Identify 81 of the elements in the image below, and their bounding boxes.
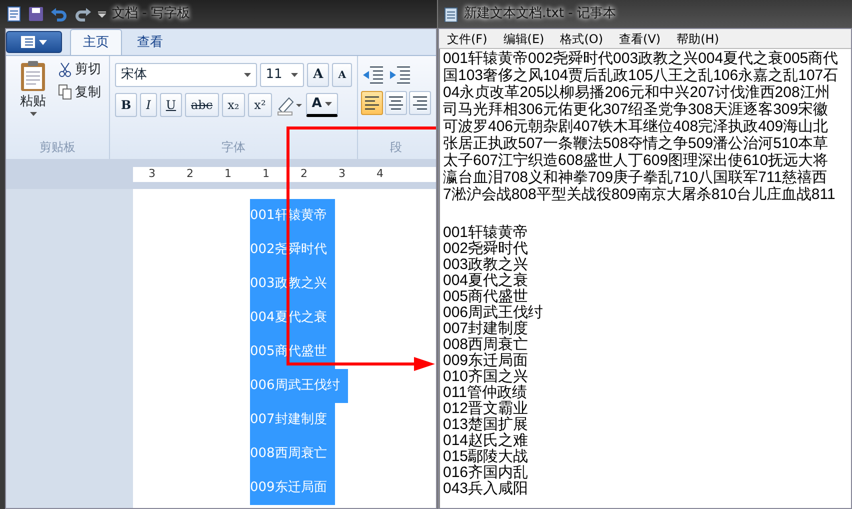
menu-item[interactable]: 文件(F) xyxy=(439,30,496,48)
menu-item[interactable]: 查看(V) xyxy=(611,30,669,48)
ribbon-tab[interactable]: 查看 xyxy=(124,28,176,55)
menu-item[interactable]: 帮助(H) xyxy=(668,30,727,48)
shrink-font-button[interactable]: A xyxy=(332,63,352,87)
caret-icon xyxy=(39,40,47,44)
align-icon xyxy=(387,94,405,112)
undo-icon[interactable] xyxy=(50,6,68,22)
document-icon xyxy=(21,36,35,48)
ribbon-tab[interactable]: 主页 xyxy=(70,28,122,55)
ruler-number: 1 xyxy=(224,166,232,182)
text-line: 043兵入咸阳 xyxy=(443,481,528,497)
text-line: 001轩辕黄帝 xyxy=(443,225,528,241)
text-line: 010齐国之兴 xyxy=(443,369,528,385)
ruler-number: 3 xyxy=(338,166,346,182)
dropdown-icon[interactable] xyxy=(98,10,106,18)
text-line: 009东迁局面 xyxy=(443,353,528,369)
redo-icon[interactable] xyxy=(74,6,92,22)
text-line: 014赵氏之难 xyxy=(443,433,528,449)
caret-icon xyxy=(244,73,251,77)
align-icon xyxy=(363,94,381,112)
cut-button[interactable]: 剪切 xyxy=(58,60,101,80)
text-line: 001轩辕黄帝002尧舜时代003政教之兴004夏代之衰005商代 xyxy=(443,50,838,67)
font-family-dropdown[interactable]: 宋体 xyxy=(115,63,257,87)
superscript-button[interactable]: x² xyxy=(248,93,272,117)
italic-button[interactable]: I xyxy=(140,93,157,117)
window-title: 文档 - 写字板 xyxy=(112,4,190,24)
grow-font-button[interactable]: A xyxy=(307,63,330,87)
clipboard-icon xyxy=(19,60,47,92)
text-line: 007封建制度 xyxy=(443,321,528,337)
text-line: 04永贞改革205以柳易播206元和中兴207讨伐淮西208江州 xyxy=(443,84,830,101)
copy-icon xyxy=(58,84,72,100)
ruler-number: 3 xyxy=(148,166,156,182)
underline-button[interactable]: U xyxy=(160,93,182,117)
text-line: 003政教之兴 xyxy=(443,257,528,273)
text-line: 国103奢侈之风104贾后乱政105八王之乱106永嘉之乱107石 xyxy=(443,67,838,84)
text-line: 015鄢陵大战 xyxy=(443,449,528,465)
text-line: 002尧舜时代 xyxy=(443,241,528,257)
menu-item[interactable]: 格式(O) xyxy=(552,30,612,48)
bold-button[interactable]: B xyxy=(115,93,138,117)
scissors-icon xyxy=(58,62,72,78)
ruler-number: 2 xyxy=(300,166,308,182)
notepad-icon xyxy=(444,6,458,22)
caret-icon xyxy=(324,102,332,106)
app-icon[interactable] xyxy=(6,6,22,22)
text-line: 7淞沪会战808平型关战役809南京大屠杀810台儿庄血战811 xyxy=(443,186,836,203)
copy-button[interactable]: 复制 xyxy=(58,82,101,102)
text-line: 004夏代之衰 xyxy=(443,273,528,289)
text-line: 006周武王伐纣 xyxy=(443,305,544,321)
ruler-number: 1 xyxy=(262,166,270,182)
menu-item[interactable]: 编辑(E) xyxy=(495,30,552,48)
caret-icon xyxy=(291,73,298,77)
save-icon[interactable] xyxy=(28,6,44,22)
ruler-number: 4 xyxy=(376,166,384,182)
text-line: 太子607江宁织造608盛世人丁609图理深出使610抚远大将 xyxy=(443,152,828,169)
window-title: 新建文本文档.txt - 记事本 xyxy=(464,4,616,24)
text-line: 012晋文霸业 xyxy=(443,401,528,417)
strikethrough-button[interactable]: abc xyxy=(185,93,219,117)
app-menu-button[interactable] xyxy=(6,31,62,53)
text-line: 瀛台血泪708义和神拳709庚子拳乱710八国联军711慈禧西 xyxy=(443,169,827,186)
align-button[interactable] xyxy=(361,91,383,115)
group-label: 段 xyxy=(389,139,403,156)
font-color-button[interactable]: A xyxy=(306,93,338,117)
text-line: 005商代盛世 xyxy=(443,289,528,305)
subscript-button[interactable]: x₂ xyxy=(222,93,246,117)
text-line: 011管仲政绩 xyxy=(443,385,527,401)
text-line: 司马光拜相306元佑更化307绍圣党争308天涯逐客309宋徽 xyxy=(443,101,828,118)
align-button[interactable] xyxy=(409,91,431,115)
align-button[interactable] xyxy=(385,91,407,115)
text-line: 008西周衰亡 xyxy=(443,337,528,353)
text-line: 可波罗406元朝杂剧407铁木耳继位408完泽执政409海山北 xyxy=(443,118,828,135)
text-line: 013楚国扩展 xyxy=(443,417,528,433)
paste-button[interactable]: 粘贴 xyxy=(11,60,55,116)
text-line: 016齐国内乱 xyxy=(443,465,528,481)
font-size-dropdown[interactable]: 11 xyxy=(260,63,304,87)
caret-icon xyxy=(30,112,36,116)
align-icon xyxy=(411,94,429,112)
group-label: 字体 xyxy=(220,139,246,156)
group-label: 剪贴板 xyxy=(38,139,76,156)
ruler-number: 2 xyxy=(186,166,194,182)
text-line: 张居正执政507一条鞭法508夺情之争509潘公治河510本草 xyxy=(443,135,828,152)
